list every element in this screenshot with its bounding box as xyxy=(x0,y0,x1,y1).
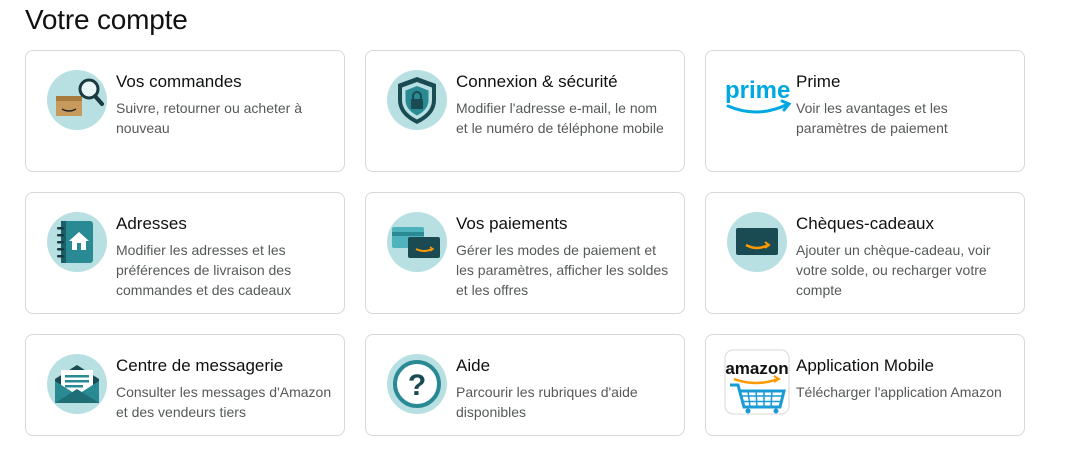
card-gift-cards[interactable]: Chèques-cadeaux Ajouter un chèque-cadeau… xyxy=(705,192,1025,314)
card-description: Consulter les messages d'Amazon et des v… xyxy=(116,384,332,420)
card-description: Gérer les modes de paiement et les param… xyxy=(456,242,669,298)
payment-cards-icon xyxy=(386,211,448,273)
card-description: Télécharger l'application Amazon xyxy=(796,384,1002,400)
card-description: Suivre, retourner ou acheter à nouveau xyxy=(116,100,302,136)
card-login-security[interactable]: Connexion & sécurité Modifier l'adresse … xyxy=(365,50,685,172)
card-title: Centre de messagerie xyxy=(116,356,284,375)
card-description: Voir les avantages et les paramètres de … xyxy=(796,100,948,136)
help-question-icon: ? xyxy=(386,353,448,415)
shield-lock-icon xyxy=(386,69,448,131)
amazon-logo-text: amazon xyxy=(725,359,788,378)
svg-text:?: ? xyxy=(408,369,426,402)
card-title: Chèques-cadeaux xyxy=(796,214,934,233)
card-mobile-app[interactable]: amazon Application Mobile Télécharger l'… xyxy=(705,334,1025,436)
gift-card-icon xyxy=(726,211,788,273)
card-help[interactable]: ? Aide Parcourir les rubriques d'aide di… xyxy=(365,334,685,436)
orders-package-search-icon xyxy=(46,69,108,131)
card-title: Prime xyxy=(796,72,841,91)
card-title: Vos commandes xyxy=(116,72,242,91)
card-title: Adresses xyxy=(116,214,187,233)
card-payments[interactable]: Vos paiements Gérer les modes de paiemen… xyxy=(365,192,685,314)
card-title: Application Mobile xyxy=(796,356,934,375)
card-title: Vos paiements xyxy=(456,214,568,233)
card-title: Aide xyxy=(456,356,491,375)
prime-logo-text: prime xyxy=(725,77,790,104)
card-prime[interactable]: prime Prime Voir les avantages et les pa… xyxy=(705,50,1025,172)
card-orders[interactable]: Vos commandes Suivre, retourner ou achet… xyxy=(25,50,345,172)
card-description: Modifier l'adresse e-mail, le nom et le … xyxy=(456,100,664,136)
account-cards-grid: Vos commandes Suivre, retourner ou achet… xyxy=(25,50,1025,436)
card-title: Connexion & sécurité xyxy=(456,72,618,91)
address-book-home-icon xyxy=(46,211,108,273)
page-title: Votre compte xyxy=(25,4,188,35)
card-description: Modifier les adresses et les préférences… xyxy=(116,242,292,298)
prime-logo-icon: prime xyxy=(724,73,792,123)
amazon-app-cart-icon: amazon xyxy=(724,349,790,415)
card-description: Parcourir les rubriques d'aide disponibl… xyxy=(456,384,638,420)
card-description: Ajouter un chèque-cadeau, voir votre sol… xyxy=(796,242,991,298)
card-message-center[interactable]: Centre de messagerie Consulter les messa… xyxy=(25,334,345,436)
envelope-message-icon xyxy=(46,353,108,415)
card-addresses[interactable]: Adresses Modifier les adresses et les pr… xyxy=(25,192,345,314)
